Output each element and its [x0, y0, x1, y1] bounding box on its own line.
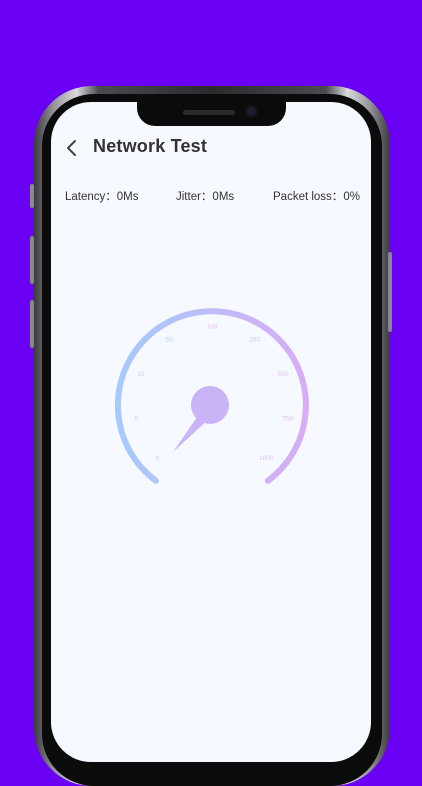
gauge-tick-label: 5 — [135, 416, 139, 423]
side-button-volume-up — [30, 236, 34, 284]
gauge-tick-label: 100 — [207, 324, 218, 331]
gauge-tick-label: 750 — [282, 416, 293, 423]
jitter-stat: Jitter：0Ms — [176, 188, 234, 204]
gauge-tick-label: 1000 — [259, 455, 274, 462]
speed-gauge: 0 5 10 50 100 250 500 750 1000 — [114, 308, 309, 484]
gauge-hub — [191, 386, 229, 424]
side-button-volume-down — [30, 300, 34, 348]
jitter-value: 0Ms — [212, 191, 235, 203]
page-title: Network Test — [93, 136, 208, 156]
packet-loss-label: Packet loss： — [273, 191, 344, 203]
jitter-label: Jitter： — [176, 191, 213, 203]
gauge-tick-label: 250 — [249, 337, 260, 344]
packet-loss-value: 0% — [343, 191, 360, 203]
gauge-tick-label: 50 — [166, 337, 174, 344]
gauge-tick-label: 500 — [278, 371, 289, 378]
gauge-tick-label: 0 — [156, 455, 160, 462]
side-button-silent — [30, 184, 34, 208]
notch — [137, 102, 286, 126]
gauge-tick-label: 10 — [137, 371, 145, 378]
app-screen: Network Test Latency：0Ms Jitter：0Ms Pack… — [51, 102, 371, 762]
side-button-power — [388, 252, 392, 332]
packet-loss-stat: Packet loss：0% — [273, 188, 360, 204]
latency-stat: Latency：0Ms — [65, 188, 139, 204]
back-arrow-icon[interactable] — [63, 138, 83, 158]
speaker-grille — [183, 110, 235, 115]
front-camera — [247, 107, 256, 116]
latency-label: Latency： — [65, 191, 117, 203]
latency-value: 0Ms — [116, 191, 139, 203]
